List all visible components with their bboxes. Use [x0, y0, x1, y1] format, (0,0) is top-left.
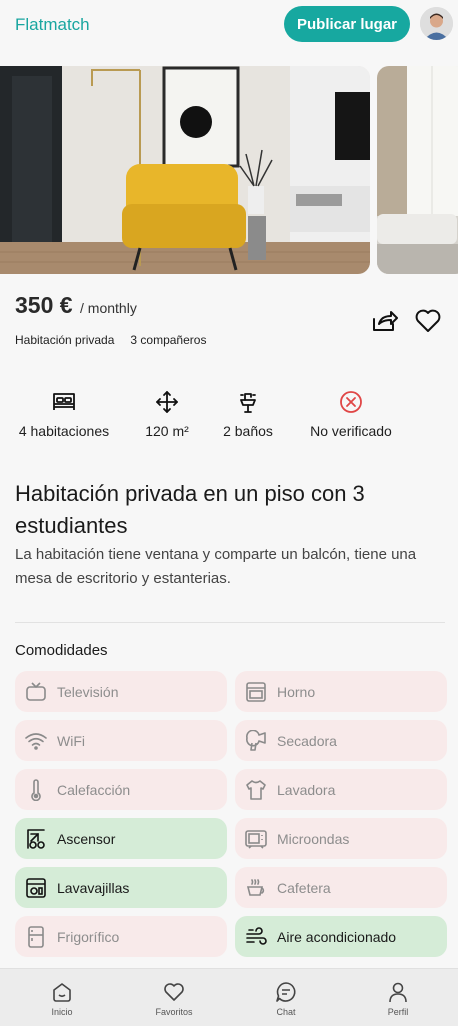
hair-dryer-icon — [245, 729, 267, 752]
tag-room-type: Habitación privada — [15, 333, 115, 347]
feature-verification-label: No verificado — [310, 423, 392, 439]
divider — [15, 622, 445, 623]
amenity-label: Ascensor — [57, 830, 116, 847]
amenity-fridge: Frigorífico — [15, 916, 227, 957]
amenity-label: Televisión — [57, 683, 119, 700]
amenity-microwave: Microondas — [235, 818, 447, 859]
coffee-cup-icon — [245, 877, 267, 899]
feature-bathrooms-label: 2 baños — [223, 423, 273, 439]
nav-profile[interactable]: Perfil — [358, 981, 438, 1017]
feature-verification: No verificado — [304, 390, 398, 441]
sink-icon — [240, 393, 256, 413]
tag-roommates: 3 compañeros — [130, 333, 207, 347]
nav-home[interactable]: Inicio — [22, 981, 102, 1017]
feature-bathrooms: 2 baños — [218, 390, 278, 441]
amenity-label: Microondas — [277, 830, 350, 847]
amenity-air-conditioning: Aire acondicionado — [235, 916, 447, 957]
publish-place-button[interactable]: Publicar lugar — [284, 6, 410, 42]
brand-logo[interactable]: Flatmatch — [15, 15, 90, 35]
feature-area-label: 120 m² — [145, 423, 189, 439]
photo-gallery[interactable] — [0, 66, 458, 274]
amenity-label: Aire acondicionado — [277, 928, 397, 945]
home-icon — [53, 983, 71, 1002]
amenity-label: Lavavajillas — [57, 879, 130, 896]
amenity-washer: Lavadora — [235, 769, 447, 810]
oven-icon — [245, 681, 267, 703]
amenity-oven: Horno — [235, 671, 447, 712]
living-room-photo[interactable] — [377, 66, 458, 274]
heart-icon — [164, 983, 184, 1001]
amenity-label: Cafetera — [277, 879, 331, 896]
bottom-navigation: Inicio Favoritos Chat Perfil — [0, 968, 458, 1026]
nav-favorites-label: Favoritos — [155, 1007, 193, 1017]
amenity-label: Frigorífico — [57, 928, 120, 945]
listing-title: Habitación privada en un piso con 3 estu… — [15, 481, 365, 538]
features-row: 4 habitaciones 120 m² 2 baños No verific… — [0, 390, 458, 450]
shirt-icon — [245, 779, 267, 801]
amenity-label: Horno — [277, 683, 316, 700]
feature-area: 120 m² — [140, 390, 194, 441]
user-icon — [389, 982, 407, 1003]
feature-bedrooms-label: 4 habitaciones — [18, 423, 110, 439]
microwave-icon — [245, 828, 267, 850]
amenity-label: Secadora — [277, 732, 337, 749]
amenity-wifi: WiFi — [15, 720, 227, 761]
chat-icon — [276, 982, 296, 1002]
thermometer-icon — [25, 778, 47, 801]
nav-profile-label: Perfil — [387, 1007, 409, 1017]
amenity-label: WiFi — [57, 732, 85, 749]
share-icon[interactable] — [371, 309, 399, 333]
listing-tags: Habitación privada 3 compañeros — [15, 333, 206, 347]
price: 350 € — [15, 292, 73, 318]
tv-icon — [25, 681, 47, 703]
nav-chat[interactable]: Chat — [246, 981, 326, 1017]
amenity-dishwasher: Lavavajillas — [15, 867, 227, 908]
favorite-heart-icon[interactable] — [414, 307, 442, 335]
amenity-heating: Calefacción — [15, 769, 227, 810]
nav-chat-label: Chat — [276, 1007, 296, 1017]
room-photo[interactable] — [0, 66, 370, 274]
avatar[interactable] — [420, 7, 453, 40]
elevator-icon — [25, 828, 47, 850]
fridge-icon — [25, 925, 47, 948]
price-period: / monthly — [80, 300, 137, 316]
amenity-label: Calefacción — [57, 781, 131, 798]
amenity-dryer: Secadora — [235, 720, 447, 761]
listing-description: La habitación tiene ventana y comparte u… — [15, 546, 417, 587]
nav-home-label: Inicio — [51, 1007, 73, 1017]
top-bar: Flatmatch Publicar lugar — [0, 0, 458, 50]
amenities-heading: Comodidades — [15, 642, 108, 659]
amenity-coffee-maker: Cafetera — [235, 867, 447, 908]
amenity-tv: Televisión — [15, 671, 227, 712]
amenity-elevator: Ascensor — [15, 818, 227, 859]
wifi-icon — [25, 730, 47, 752]
not-verified-icon — [340, 391, 362, 413]
bed-icon — [53, 393, 75, 410]
area-arrows-icon — [156, 391, 178, 413]
air-conditioning-icon — [245, 926, 267, 948]
price-row: 350 € / monthly — [15, 292, 137, 319]
dishwasher-icon — [25, 877, 47, 899]
nav-favorites[interactable]: Favoritos — [134, 981, 214, 1017]
amenity-label: Lavadora — [277, 781, 336, 798]
feature-bedrooms: 4 habitaciones — [15, 390, 113, 441]
